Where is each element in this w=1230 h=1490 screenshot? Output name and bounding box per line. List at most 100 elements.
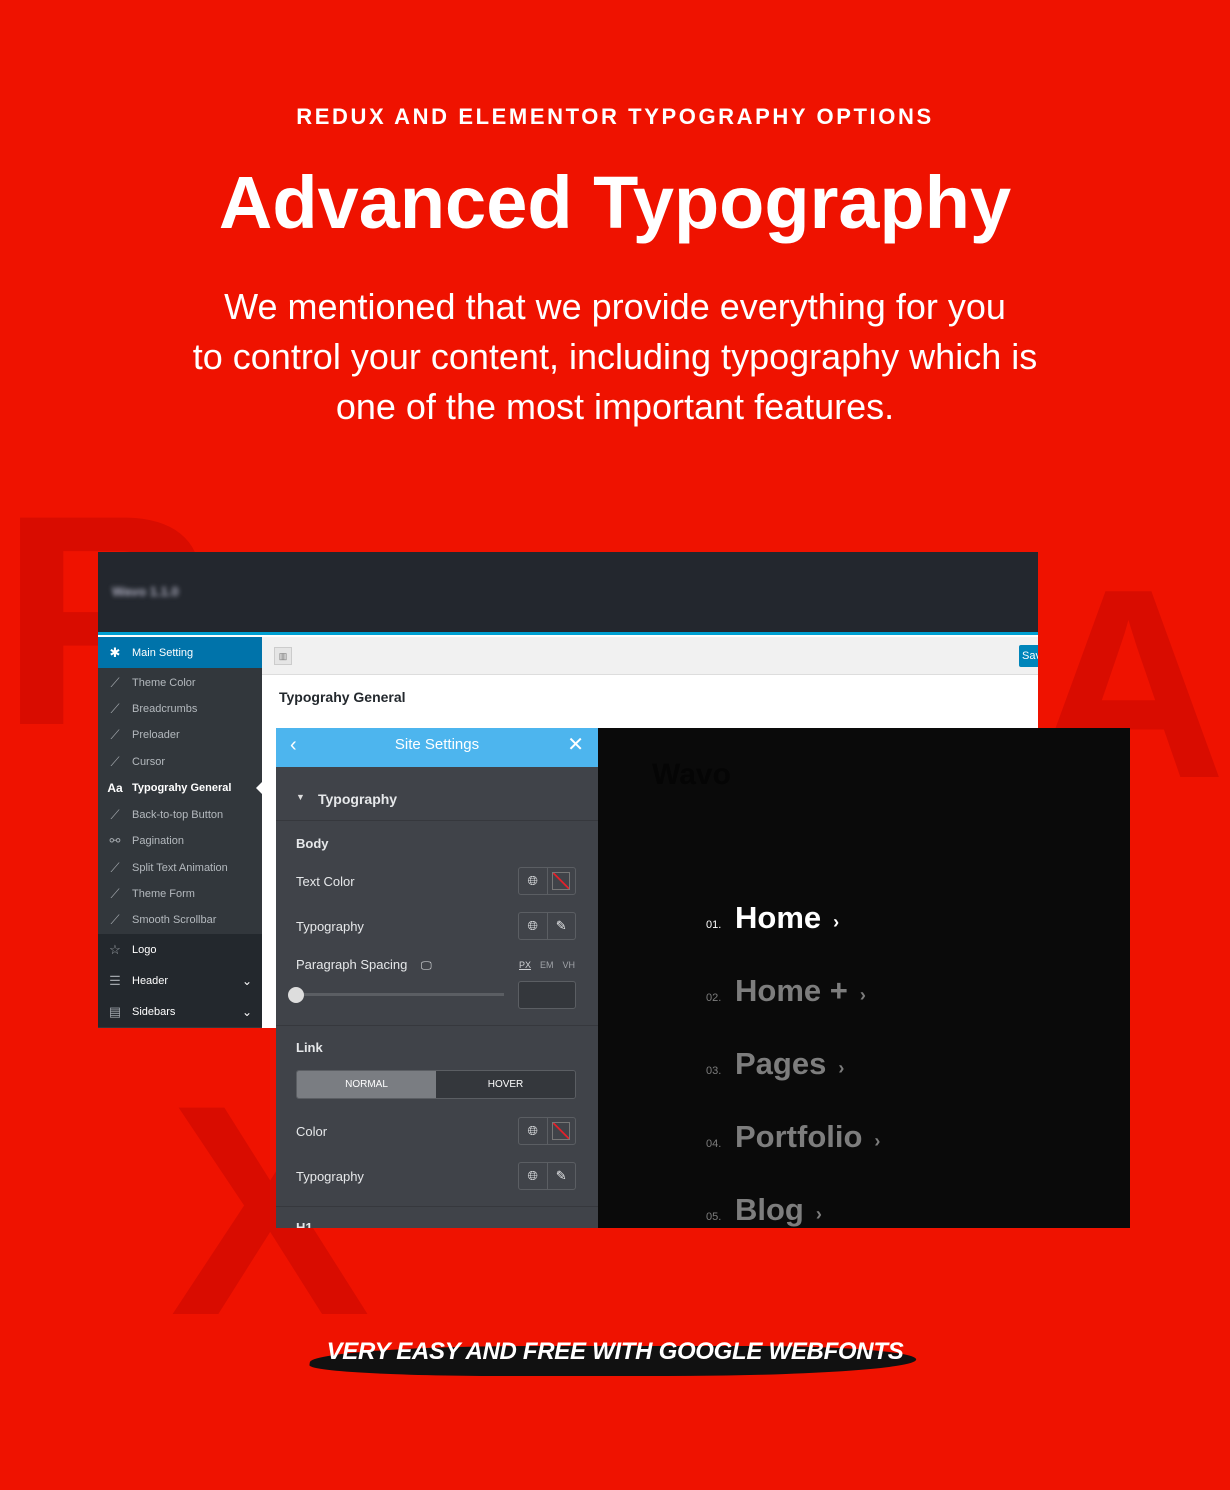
chevron-down-icon: ⌄ bbox=[241, 973, 252, 988]
chevron-right-icon: › bbox=[815, 1204, 822, 1224]
slider-track[interactable] bbox=[296, 993, 504, 996]
menu-item-home[interactable]: 02. Home + › bbox=[706, 973, 866, 1009]
menu-item-portfolio[interactable]: 04. Portfolio › bbox=[706, 1119, 880, 1155]
sidebar-item-back-to-top-button[interactable]: ⟋ Back-to-top Button bbox=[98, 802, 262, 828]
sidebar-item-label: Header bbox=[132, 974, 169, 987]
brush-icon: ⟋ bbox=[110, 886, 120, 901]
menu-number: 03. bbox=[706, 1065, 722, 1077]
menu-icon: ☰ bbox=[109, 972, 121, 988]
sidebar-item-theme-color[interactable]: ⟋ Theme Color bbox=[98, 670, 262, 696]
globe-icon[interactable]: 🌐︎ bbox=[519, 913, 547, 939]
slider-handle[interactable] bbox=[288, 987, 304, 1003]
unit-px[interactable]: PX bbox=[519, 960, 531, 970]
font-icon: Aa bbox=[107, 781, 123, 795]
color-picker[interactable] bbox=[546, 1118, 576, 1144]
menu-item-pages[interactable]: 03. Pages › bbox=[706, 1046, 844, 1082]
menu-label: Home bbox=[735, 900, 822, 935]
link-heading: Link bbox=[296, 1040, 323, 1055]
sidebar-item-label: Main Setting bbox=[132, 646, 194, 659]
sidebar-item-label: Typograhy General bbox=[132, 782, 232, 794]
typography-control: 🌐︎ ✎ bbox=[518, 912, 576, 940]
brush-icon: ⟋ bbox=[110, 727, 120, 742]
pencil-icon[interactable]: ✎ bbox=[546, 913, 576, 939]
sidebar-item-label: Sidebars bbox=[132, 1005, 176, 1018]
text-color-label: Text Color bbox=[296, 874, 355, 889]
sidebar-item-split-text-animation[interactable]: ⟋ Split Text Animation bbox=[98, 855, 262, 881]
unit-vh[interactable]: VH bbox=[563, 960, 576, 970]
link-color-control: 🌐︎ bbox=[518, 1117, 576, 1145]
tab-normal[interactable]: NORMAL bbox=[297, 1071, 436, 1098]
panel-header: ‹ Site Settings ✕ bbox=[276, 728, 598, 767]
link-icon: ⚯ bbox=[109, 833, 121, 848]
sidebar-item-label: Cursor bbox=[132, 756, 166, 768]
save-button[interactable]: Save bbox=[1019, 645, 1038, 667]
text-color-control: 🌐︎ bbox=[518, 867, 576, 895]
kicker: REDUX AND ELEMENTOR TYPOGRAPHY OPTIONS bbox=[296, 104, 934, 129]
tab-hover[interactable]: HOVER bbox=[436, 1071, 575, 1098]
color-picker[interactable] bbox=[546, 868, 576, 894]
state-tabs: NORMAL HOVER bbox=[296, 1070, 576, 1099]
menu-number: 04. bbox=[706, 1138, 722, 1150]
description: We mentioned that we provide everything … bbox=[0, 282, 1230, 432]
sidebar-item-typograhy-general[interactable]: Aa Typograhy General bbox=[98, 775, 262, 801]
menu-label: Portfolio bbox=[735, 1119, 863, 1154]
sidebar-item-preloader[interactable]: ⟋ Preloader bbox=[98, 722, 262, 748]
globe-icon[interactable]: 🌐︎ bbox=[519, 1118, 547, 1144]
redux-sidebar: ✱ Main Setting ⟋ Theme Color ⟋ Breadcrumbs ⟋ Pr… bbox=[98, 637, 262, 1028]
star-icon: ☆ bbox=[109, 941, 121, 957]
back-chevron-icon[interactable]: ‹ bbox=[290, 728, 297, 762]
footer-tagline: VERY EASY AND FREE WITH GOOGLE WEBFONTS bbox=[0, 1338, 1230, 1366]
sidebar-item-pagination[interactable]: ⚯ Pagination bbox=[98, 828, 262, 854]
desktop-icon[interactable]: 🖵︎ bbox=[421, 960, 432, 972]
sidebar-item-smooth-scrollbar[interactable]: ⟋ Smooth Scrollbar bbox=[98, 907, 262, 933]
spacing-input[interactable] bbox=[518, 981, 576, 1009]
sidebar-item-header[interactable]: ☰ Header ⌄ bbox=[98, 965, 262, 996]
sidebar-item-theme-form[interactable]: ⟋ Theme Form bbox=[98, 881, 262, 907]
sidebar-item-label: Logo bbox=[132, 943, 157, 956]
sidebar-item-label: Split Text Animation bbox=[132, 862, 228, 874]
description-line: one of the most important features. bbox=[335, 386, 895, 427]
expand-icon[interactable]: ▥ bbox=[274, 647, 292, 665]
chevron-right-icon: › bbox=[859, 985, 866, 1005]
preview-logo: Wavo bbox=[652, 758, 731, 791]
globe-icon[interactable]: 🌐︎ bbox=[519, 1163, 547, 1189]
menu-item-home[interactable]: 01. Home › bbox=[706, 900, 839, 936]
unit-em[interactable]: EM bbox=[540, 960, 554, 970]
typography-section-toggle[interactable]: ▼ Typography bbox=[276, 778, 598, 821]
brush-icon: ⟋ bbox=[110, 701, 120, 716]
chevron-right-icon: › bbox=[833, 912, 840, 932]
chevron-down-icon: ⌄ bbox=[241, 1004, 252, 1019]
menu-number: 05. bbox=[706, 1211, 722, 1223]
sidebar-item-label: Preloader bbox=[132, 729, 180, 741]
caret-down-icon: ▼ bbox=[296, 792, 305, 802]
typography-label: Typography bbox=[296, 919, 364, 934]
sidebar-item-main-setting[interactable]: ✱ Main Setting bbox=[98, 637, 262, 668]
description-line: to control your content, including typog… bbox=[192, 336, 1038, 377]
blurred-theme-name: Wavo 1.1.0 bbox=[112, 584, 179, 599]
paragraph-spacing-label: Paragraph Spacing 🖵︎ bbox=[296, 957, 432, 973]
sidebar-item-label: Back-to-top Button bbox=[132, 809, 224, 821]
sidebar-item-label: Pagination bbox=[132, 835, 184, 847]
h1-heading: H1 bbox=[296, 1220, 313, 1228]
sidebar-item-label: Breadcrumbs bbox=[132, 703, 198, 715]
site-preview: Wavo 01. Home › 02. Home + › 03. Pages › 04. Portf… bbox=[598, 728, 1130, 1228]
brush-icon: ⟋ bbox=[110, 754, 120, 769]
elementor-site-settings-panel: ‹ Site Settings ✕ ▼ Typography Body Text… bbox=[276, 728, 598, 1228]
sidebar-item-sidebars[interactable]: ▤ Sidebars ⌄ bbox=[98, 996, 262, 1027]
sidebar-item-breadcrumbs[interactable]: ⟋ Breadcrumbs bbox=[98, 696, 262, 722]
sidebar-item-label: Smooth Scrollbar bbox=[132, 914, 217, 926]
pencil-icon[interactable]: ✎ bbox=[546, 1163, 576, 1189]
redux-toolbar: ▥ Save bbox=[262, 637, 1038, 675]
admin-header: Wavo 1.1.0 bbox=[98, 552, 1038, 635]
globe-icon[interactable]: 🌐︎ bbox=[519, 868, 547, 894]
section-title: Typograhy General bbox=[279, 689, 406, 705]
brush-icon: ⟋ bbox=[110, 807, 120, 822]
sidebar-item-cursor[interactable]: ⟋ Cursor bbox=[98, 749, 262, 775]
sidebar-item-label: Theme Color bbox=[132, 677, 196, 689]
menu-item-blog[interactable]: 05. Blog › bbox=[706, 1192, 822, 1228]
menu-label: Pages bbox=[735, 1046, 827, 1081]
link-typography-control: 🌐︎ ✎ bbox=[518, 1162, 576, 1190]
page-title: Advanced Typography bbox=[218, 161, 1012, 244]
close-icon[interactable]: ✕ bbox=[567, 728, 584, 762]
sidebar-item-logo[interactable]: ☆ Logo bbox=[98, 934, 262, 965]
